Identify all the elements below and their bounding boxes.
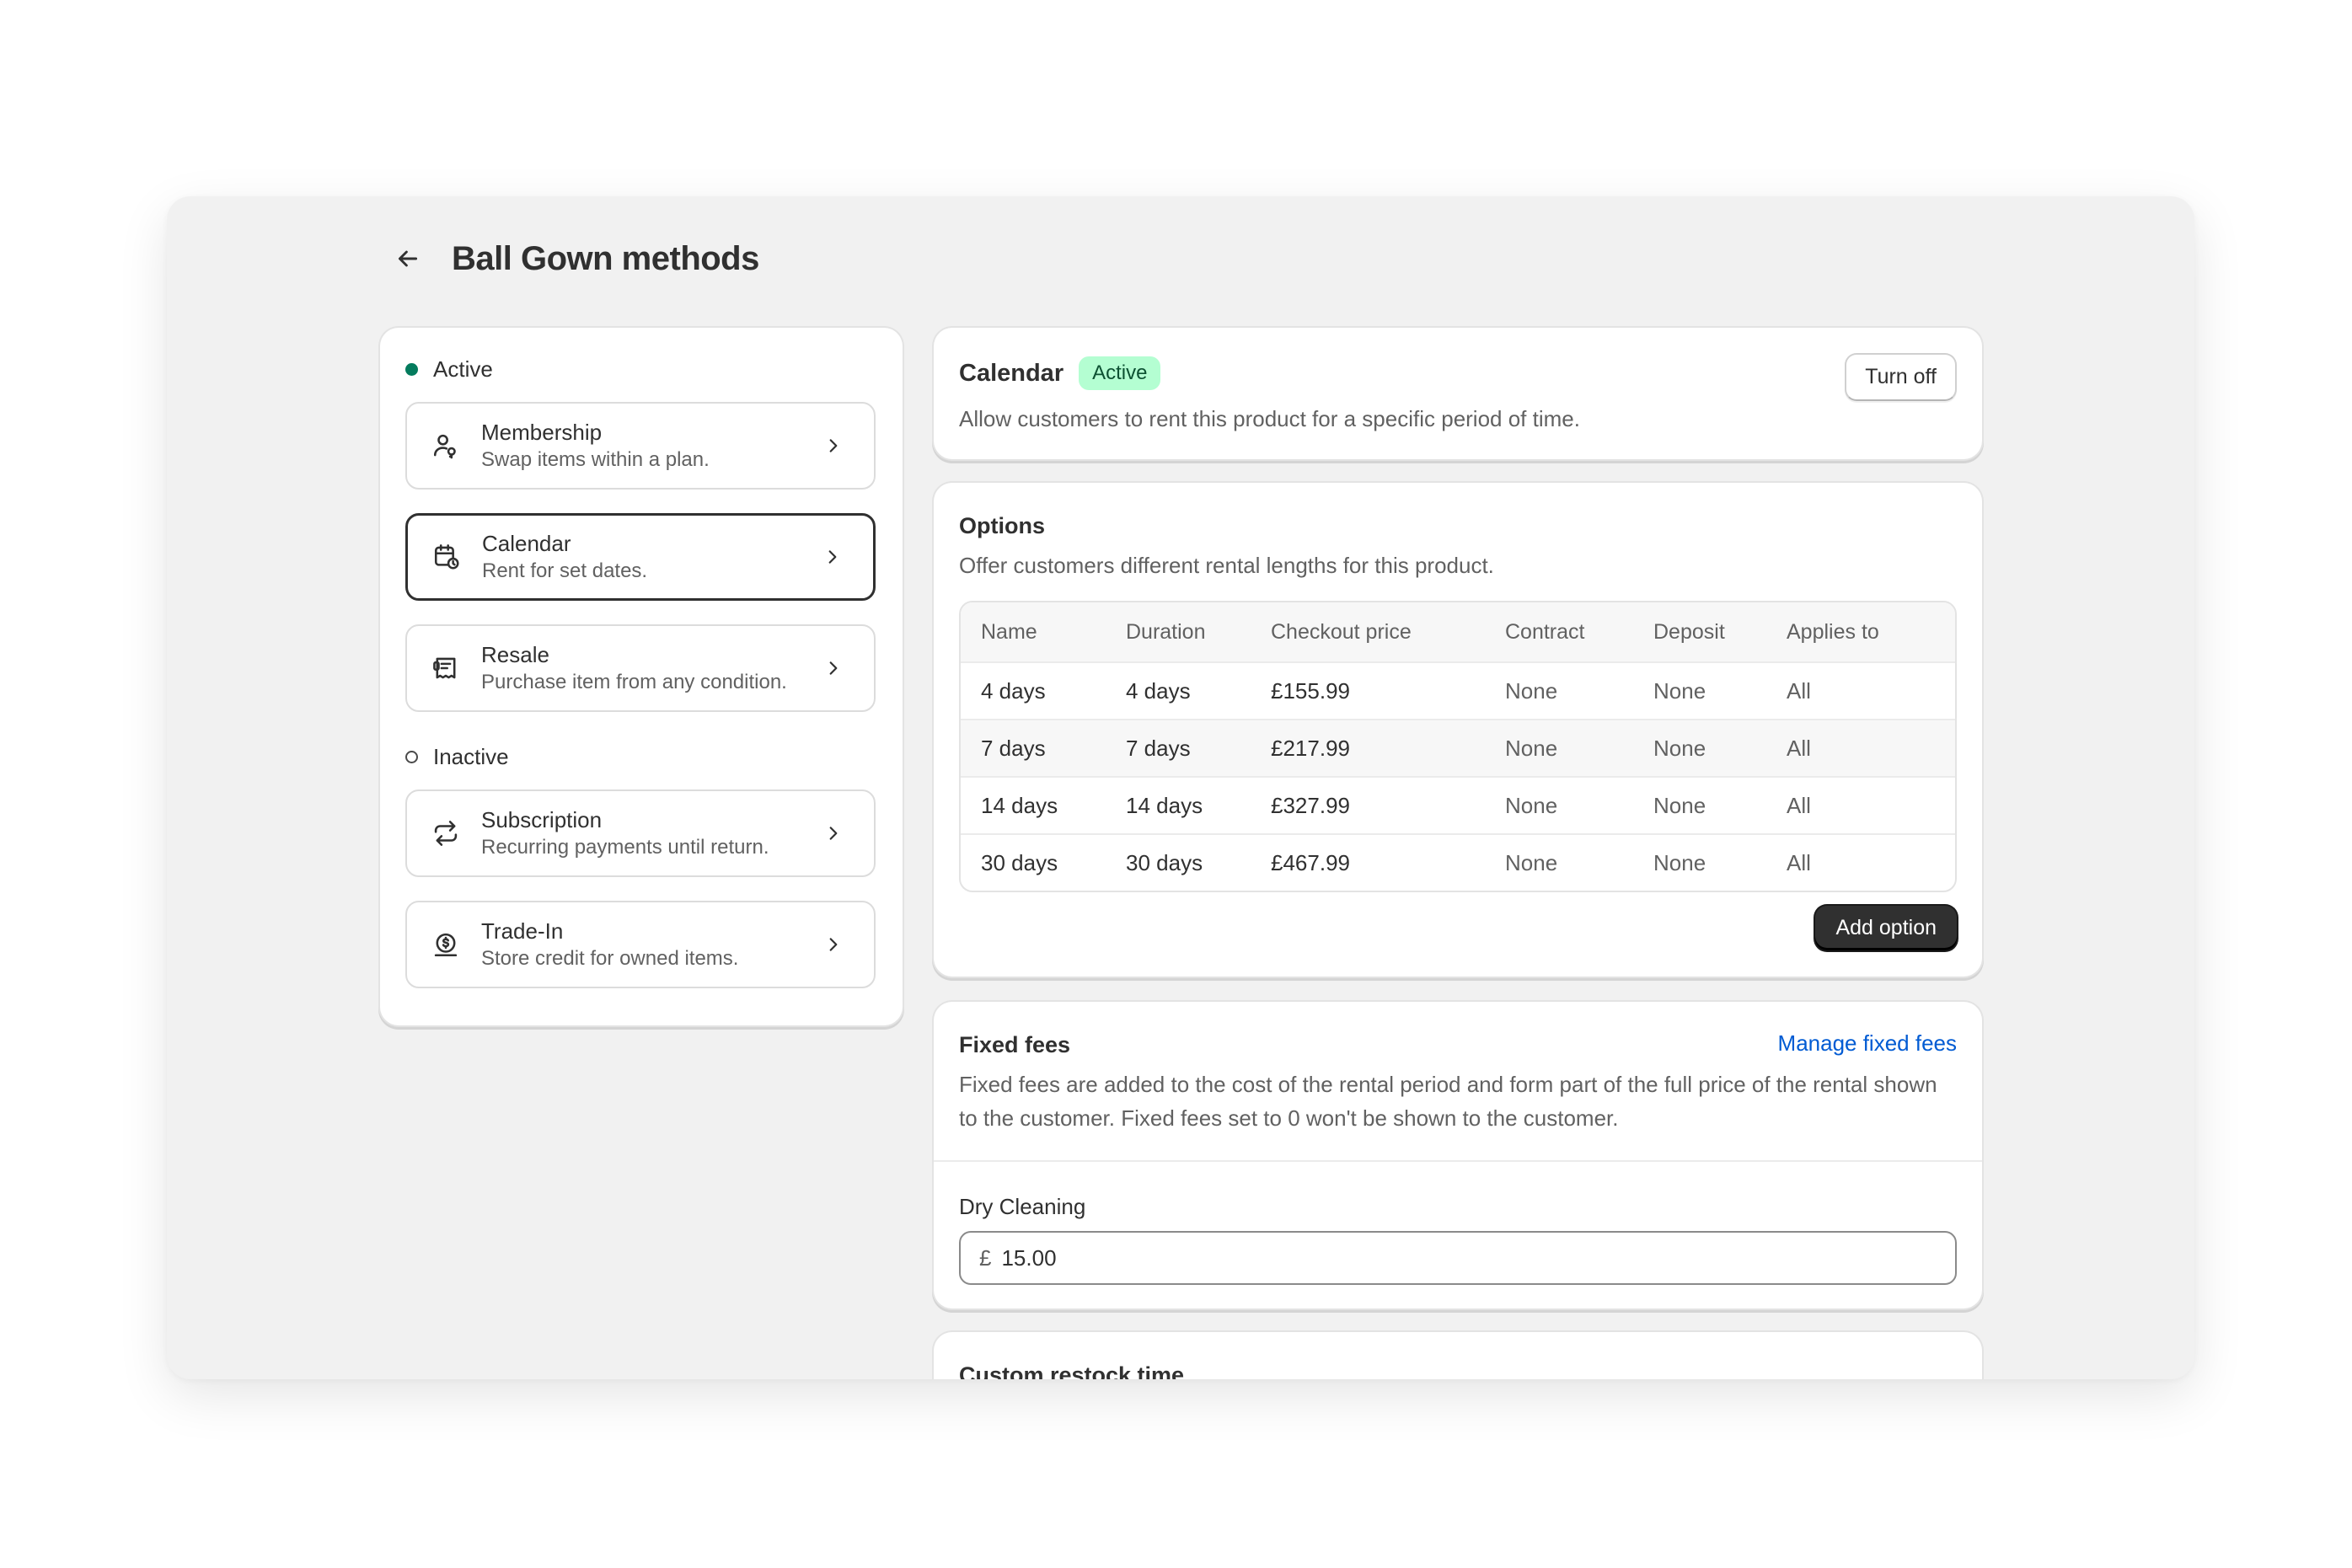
cell-checkout-price: £327.99 [1271,792,1350,818]
cell-deposit: None [1653,792,1706,818]
fee-value: 15.00 [1001,1244,1057,1271]
column-header-name: Name [981,619,1037,644]
cell-contract: None [1505,735,1558,761]
fixed-fees-description: Fixed fees are added to the cost of the … [959,1072,1937,1131]
cell-duration: 14 days [1126,792,1203,818]
cell-name: 14 days [981,792,1058,818]
table-row[interactable]: 7 days 7 days £217.99 None None All [961,719,1955,776]
turn-off-button[interactable]: Turn off [1845,353,1957,401]
active-status-dot [405,363,418,376]
cell-contract: None [1505,849,1558,875]
table-header-row: Name Duration Checkout price Contract De… [961,602,1955,661]
cell-applies-to: All [1787,792,1811,818]
cell-applies-to: All [1787,677,1811,704]
options-card: Options Offer customers different rental… [934,483,1982,977]
dry-cleaning-fee-input[interactable]: £ 15.00 [959,1231,1957,1285]
options-title: Options [959,513,1045,538]
fixed-fees-card: Fixed fees Manage fixed fees Fixed fees … [934,1002,1982,1308]
cell-duration: 7 days [1126,735,1191,761]
cell-duration: 4 days [1126,677,1191,704]
cell-applies-to: All [1787,735,1811,761]
calendar-clock-icon [431,542,462,572]
cell-name: 30 days [981,849,1058,875]
inactive-group-heading: Inactive [405,744,509,770]
table-row[interactable]: 30 days 30 days £467.99 None None All [961,833,1955,891]
method-title: Calendar [482,531,571,556]
person-key-icon [431,431,461,461]
method-subtitle: Rent for set dates. [482,559,648,582]
calendar-heading: Calendar Active [959,356,1161,390]
method-subscription[interactable]: Subscription Recurring payments until re… [405,789,876,877]
status-badge: Active [1079,356,1161,390]
chevron-right-icon [822,821,845,845]
method-subtitle: Swap items within a plan. [481,448,710,471]
active-group-label: Active [433,356,493,382]
method-subtitle: Purchase item from any condition. [481,671,787,693]
method-trade-in[interactable]: Trade-In Store credit for owned items. [405,901,876,988]
cash-coin-icon [431,929,461,960]
column-header-deposit: Deposit [1653,619,1725,644]
cell-contract: None [1505,677,1558,704]
inactive-group-label: Inactive [433,744,509,769]
cell-checkout-price: £217.99 [1271,735,1350,761]
method-subtitle: Store credit for owned items. [481,947,739,970]
page-title: Ball Gown methods [452,239,759,277]
options-description: Offer customers different rental lengths… [959,553,1494,578]
chevron-right-icon [822,933,845,956]
cell-name: 7 days [981,735,1046,761]
column-header-applies-to: Applies to [1787,619,1879,644]
custom-restock-card: Custom restock time [934,1332,1982,1379]
app-frame: Ball Gown methods Active Membership Swap… [167,196,2194,1379]
methods-card: Active Membership Swap items within a pl… [380,328,903,1025]
options-table: Name Duration Checkout price Contract De… [959,601,1957,892]
cell-duration: 30 days [1126,849,1203,875]
method-resale[interactable]: Resale Purchase item from any condition. [405,624,876,712]
method-title: Subscription [481,807,603,832]
add-option-button[interactable]: Add option [1815,906,1957,950]
method-title: Resale [481,642,549,667]
method-title: Trade-In [481,918,564,944]
active-group-heading: Active [405,356,493,383]
method-title: Membership [481,420,603,445]
section-divider [934,1160,1982,1162]
method-calendar[interactable]: Calendar Rent for set dates. [405,513,876,601]
column-header-checkout-price: Checkout price [1271,619,1412,644]
table-row[interactable]: 4 days 4 days £155.99 None None All [961,661,1955,719]
chevron-right-icon [821,545,844,569]
arrow-left-icon [398,250,418,267]
method-membership[interactable]: Membership Swap items within a plan. [405,402,876,490]
calendar-title: Calendar [959,359,1064,387]
dry-cleaning-label: Dry Cleaning [959,1194,1086,1219]
page-header: Ball Gown methods [388,238,759,279]
custom-restock-title: Custom restock time [959,1362,1185,1379]
cell-checkout-price: £467.99 [1271,849,1350,875]
calendar-description: Allow customers to rent this product for… [959,406,1580,431]
manage-fixed-fees-link[interactable]: Manage fixed fees [1778,1030,1957,1057]
cell-deposit: None [1653,677,1706,704]
cell-deposit: None [1653,849,1706,875]
calendar-status-card: Calendar Active Allow customers to rent … [934,328,1982,459]
currency-prefix: £ [979,1244,992,1271]
cell-contract: None [1505,792,1558,818]
back-button[interactable] [388,238,428,279]
method-subtitle: Recurring payments until return. [481,836,769,859]
cell-name: 4 days [981,677,1046,704]
chevron-right-icon [822,656,845,680]
table-row[interactable]: 14 days 14 days £327.99 None None All [961,776,1955,833]
column-header-contract: Contract [1505,619,1585,644]
column-header-duration: Duration [1126,619,1206,644]
cell-checkout-price: £155.99 [1271,677,1350,704]
inactive-status-dot [405,751,418,763]
cell-applies-to: All [1787,849,1811,875]
cell-deposit: None [1653,735,1706,761]
chevron-right-icon [822,434,845,458]
repeat-icon [431,818,461,848]
fixed-fees-title: Fixed fees [959,1032,1071,1057]
receipt-tag-icon [431,653,461,683]
